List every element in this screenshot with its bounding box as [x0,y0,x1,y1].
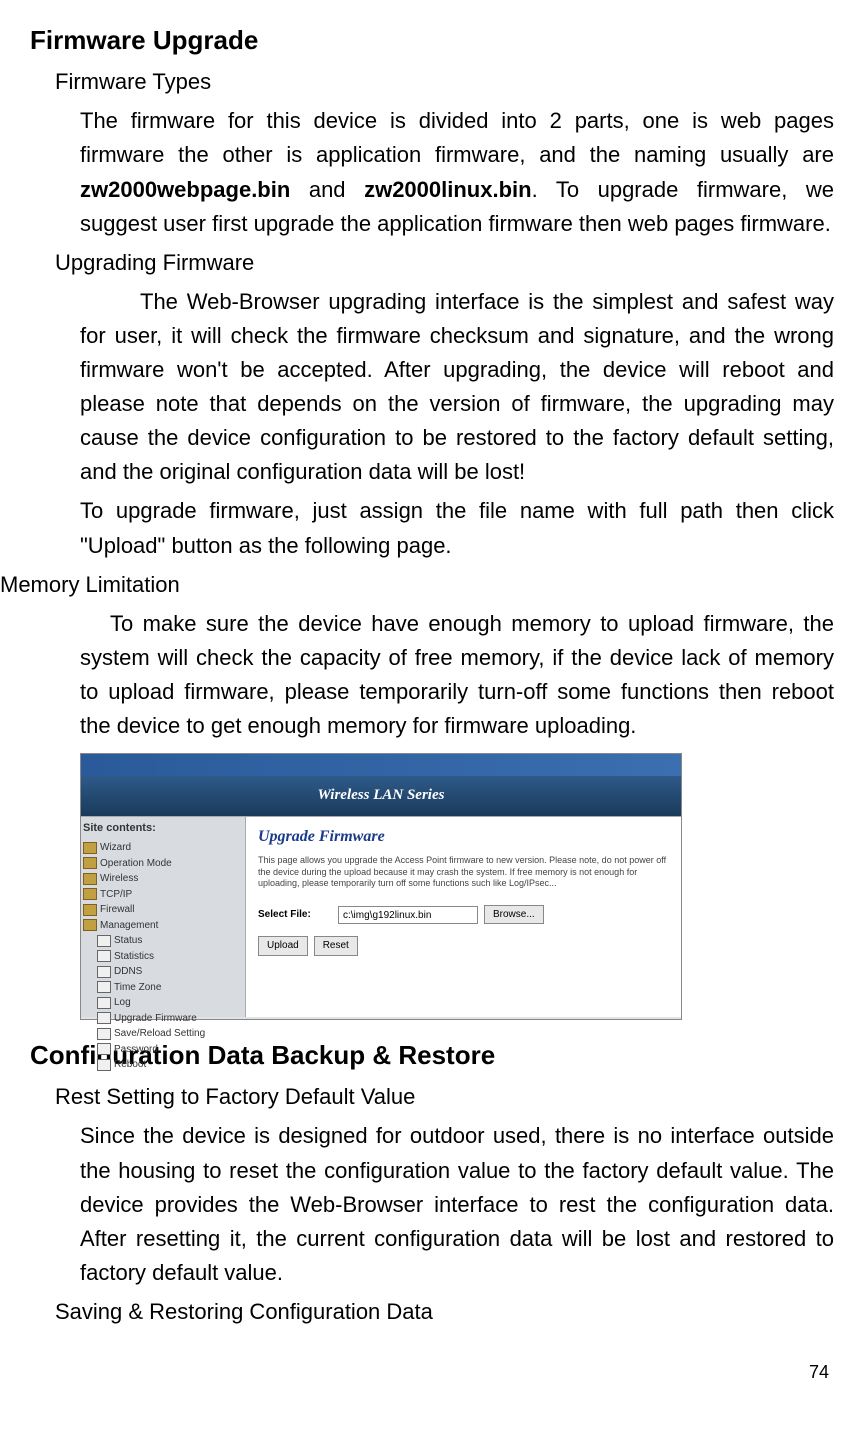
doc-icon [97,935,111,947]
tree-password[interactable]: Password [83,1042,243,1058]
text-span: and [290,177,364,202]
tree-label: Time Zone [114,980,161,996]
tree-tcpip[interactable]: TCP/IP [83,887,243,903]
tree-label: Upgrade Firmware [114,1011,197,1027]
file-input[interactable]: c:\img\g192linux.bin [338,906,478,924]
main-area: Site contents: Wizard Operation Mode Wir… [81,817,681,1017]
tree-label: Wizard [100,840,131,856]
upgrading-firmware-body2: To upgrade firmware, just assign the fil… [80,494,834,562]
file-row: Select File: c:\img\g192linux.bin Browse… [258,905,669,925]
heading-upgrading-firmware: Upgrading Firmware [55,246,834,280]
sidebar: Site contents: Wizard Operation Mode Wir… [81,817,246,1017]
bold-linux-bin: zw2000linux.bin [364,177,532,202]
tree-ddns[interactable]: DDNS [83,964,243,980]
tree-label: Password [114,1042,158,1058]
doc-icon [97,1043,111,1055]
tree-label: TCP/IP [100,887,132,903]
button-row: Upload Reset [258,936,669,956]
tree-label: Firewall [100,902,134,918]
doc-icon [97,1059,111,1071]
folder-icon [83,919,97,931]
upgrade-firmware-desc: This page allows you upgrade the Access … [258,855,669,890]
tree-label: Statistics [114,949,154,965]
tree-label: Save/Reload Setting [114,1026,205,1042]
doc-icon [97,1012,111,1024]
tree-save-reload[interactable]: Save/Reload Setting [83,1026,243,1042]
heading-memory-limitation: Memory Limitation [0,568,834,602]
rest-setting-body: Since the device is designed for outdoor… [80,1119,834,1289]
tree-management[interactable]: Management [83,918,243,934]
tree-firewall[interactable]: Firewall [83,902,243,918]
tree-wireless[interactable]: Wireless [83,871,243,887]
folder-icon [83,873,97,885]
wlan-banner: Wireless LAN Series [81,776,681,817]
tree-time-zone[interactable]: Time Zone [83,980,243,996]
tree-label: Wireless [100,871,138,887]
heading-firmware-types: Firmware Types [55,65,834,99]
doc-icon [97,981,111,993]
page-number: 74 [0,1359,834,1387]
doc-icon [97,966,111,978]
tree-label: Status [114,933,142,949]
reset-button[interactable]: Reset [314,936,358,956]
tree-upgrade-firmware[interactable]: Upgrade Firmware [83,1011,243,1027]
firmware-upgrade-screenshot: Wireless LAN Series Site contents: Wizar… [80,753,682,1020]
folder-icon [83,904,97,916]
tree-label: Log [114,995,131,1011]
browse-button[interactable]: Browse... [484,905,544,925]
tree-label: Operation Mode [100,856,172,872]
heading-saving-restoring: Saving & Restoring Configuration Data [55,1295,834,1329]
text-span: The firmware for this device is divided … [80,108,834,167]
doc-icon [97,1028,111,1040]
sidebar-title: Site contents: [83,820,243,837]
folder-icon [83,842,97,854]
upload-button[interactable]: Upload [258,936,308,956]
tree-statistics[interactable]: Statistics [83,949,243,965]
tree-wizard[interactable]: Wizard [83,840,243,856]
doc-icon [97,950,111,962]
upgrade-firmware-title: Upgrade Firmware [258,825,669,850]
tree-label: DDNS [114,964,142,980]
heading-firmware-upgrade: Firmware Upgrade [30,20,834,60]
folder-icon [83,888,97,900]
select-file-label: Select File: [258,907,338,923]
firmware-types-body: The firmware for this device is divided … [80,104,834,240]
tree-status[interactable]: Status [83,933,243,949]
window-title-bar [81,754,681,776]
content-area: Upgrade Firmware This page allows you up… [246,817,681,1017]
memory-limitation-body: To make sure the device have enough memo… [80,607,834,743]
heading-rest-setting: Rest Setting to Factory Default Value [55,1080,834,1114]
folder-icon [83,857,97,869]
tree-operation-mode[interactable]: Operation Mode [83,856,243,872]
tree-label: Management [100,918,158,934]
upgrading-firmware-body1: The Web-Browser upgrading interface is t… [80,285,834,490]
tree-reboot[interactable]: Reboot [83,1057,243,1073]
tree-label: Reboot [114,1057,146,1073]
bold-webpage-bin: zw2000webpage.bin [80,177,290,202]
doc-icon [97,997,111,1009]
tree-log[interactable]: Log [83,995,243,1011]
